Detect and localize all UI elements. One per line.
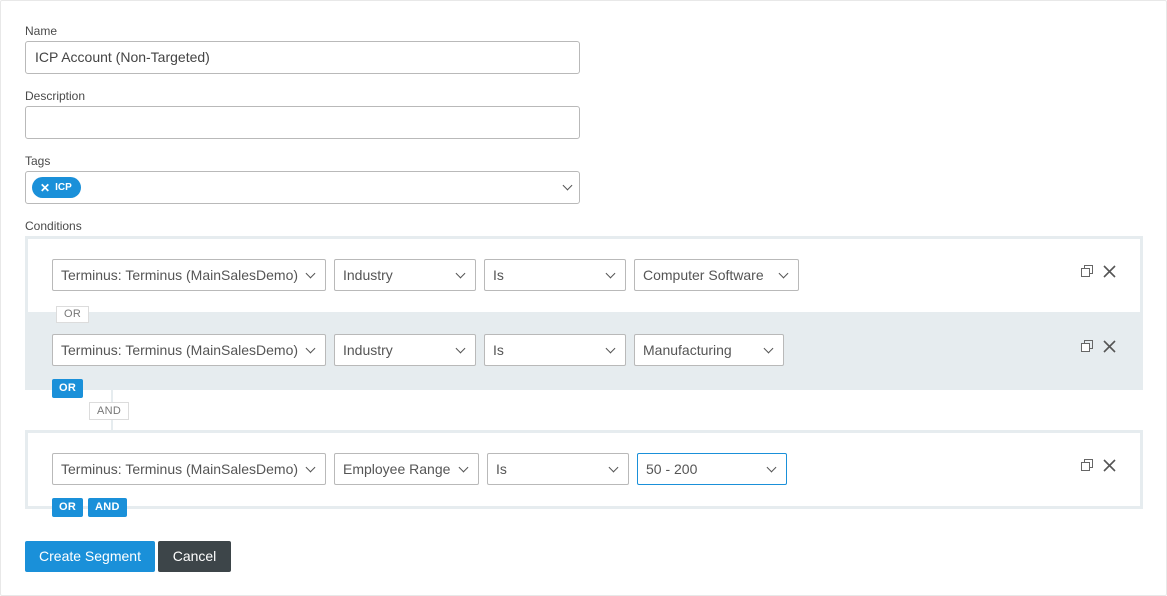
chevron-down-icon[interactable] — [562, 180, 573, 191]
close-icon[interactable] — [1103, 265, 1116, 278]
field-value: Industry — [343, 342, 393, 358]
chevron-down-icon — [305, 343, 316, 354]
field-value: Industry — [343, 267, 393, 283]
value-select[interactable]: Manufacturing — [634, 334, 784, 366]
source-select[interactable]: Terminus: Terminus (MainSalesDemo) — [52, 453, 326, 485]
chevron-down-icon — [608, 462, 619, 473]
close-icon[interactable] — [1103, 459, 1116, 472]
create-segment-button[interactable]: Create Segment — [25, 541, 155, 572]
field-value: Employee Range — [343, 461, 451, 477]
tags-label: Tags — [25, 154, 51, 168]
description-label: Description — [25, 89, 86, 103]
tag-label: ICP — [55, 182, 72, 193]
source-select[interactable]: Terminus: Terminus (MainSalesDemo) — [52, 334, 326, 366]
chevron-down-icon — [605, 343, 616, 354]
source-value: Terminus: Terminus (MainSalesDemo) — [61, 342, 299, 358]
name-label: Name — [25, 24, 58, 38]
cancel-button[interactable]: Cancel — [158, 541, 231, 572]
value-value: 50 - 200 — [646, 461, 698, 477]
duplicate-icon[interactable] — [1081, 459, 1094, 472]
operator-select[interactable]: Is — [484, 259, 626, 291]
description-input[interactable] — [25, 106, 580, 139]
duplicate-icon[interactable] — [1081, 265, 1094, 278]
duplicate-icon[interactable] — [1081, 340, 1094, 353]
operator-value: Is — [493, 342, 504, 358]
chevron-down-icon — [778, 268, 789, 279]
operator-select[interactable]: Is — [487, 453, 629, 485]
add-or-button[interactable]: OR — [52, 498, 84, 517]
operator-select[interactable]: Is — [484, 334, 626, 366]
chevron-down-icon — [766, 462, 777, 473]
operator-value: Is — [496, 461, 507, 477]
add-or-button[interactable]: OR — [52, 379, 84, 398]
chevron-down-icon — [305, 462, 316, 473]
chevron-down-icon — [605, 268, 616, 279]
close-icon[interactable] — [1103, 340, 1116, 353]
or-joiner-label: OR — [56, 306, 90, 323]
field-select[interactable]: Employee Range — [334, 453, 479, 485]
field-select[interactable]: Industry — [334, 334, 476, 366]
chevron-down-icon — [455, 268, 466, 279]
name-input[interactable]: ICP Account (Non-Targeted) — [25, 41, 580, 74]
source-value: Terminus: Terminus (MainSalesDemo) — [61, 267, 299, 283]
chevron-down-icon — [455, 343, 466, 354]
add-and-button[interactable]: AND — [88, 498, 127, 517]
and-joiner-label: AND — [89, 402, 130, 420]
value-select[interactable]: 50 - 200 — [637, 453, 787, 485]
value-select[interactable]: Computer Software — [634, 259, 799, 291]
tag-chip-icp[interactable]: ✕ ICP — [32, 177, 81, 198]
source-select[interactable]: Terminus: Terminus (MainSalesDemo) — [52, 259, 326, 291]
chevron-down-icon — [305, 268, 316, 279]
field-select[interactable]: Industry — [334, 259, 476, 291]
conditions-label: Conditions — [25, 219, 82, 233]
tag-remove-icon[interactable]: ✕ — [40, 182, 50, 194]
value-value: Computer Software — [643, 267, 764, 283]
operator-value: Is — [493, 267, 504, 283]
source-value: Terminus: Terminus (MainSalesDemo) — [61, 461, 299, 477]
value-value: Manufacturing — [643, 342, 732, 358]
tags-select[interactable]: ✕ ICP — [25, 171, 580, 204]
chevron-down-icon — [763, 343, 774, 354]
chevron-down-icon — [458, 462, 469, 473]
